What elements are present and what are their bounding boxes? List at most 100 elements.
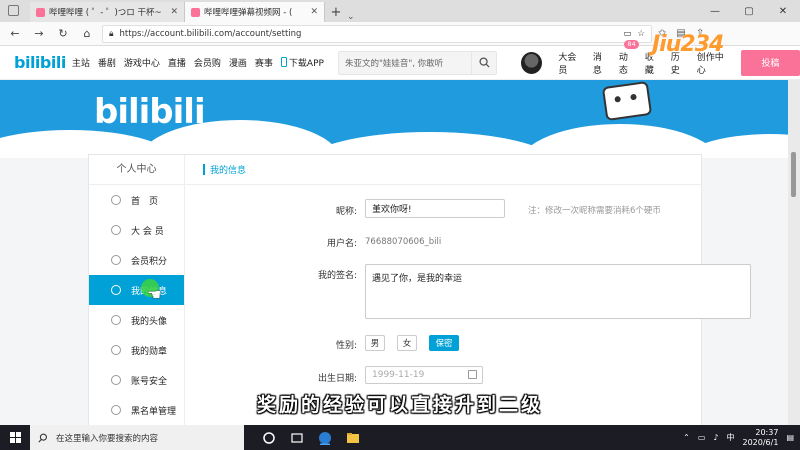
- page-scrollbar[interactable]: [788, 80, 800, 425]
- lock-icon: 🔒︎: [109, 28, 114, 39]
- search-icon: [479, 57, 490, 68]
- sidebar-item-label: 我的勋章: [131, 346, 168, 357]
- signature-textarea[interactable]: 遇见了你，是我的幸运: [365, 264, 751, 319]
- chevron-up-icon[interactable]: ⌃: [683, 433, 690, 442]
- taskbar-apps: [262, 431, 360, 445]
- vip-icon: [111, 225, 121, 235]
- sidebar-item-label: 首 页: [131, 196, 159, 207]
- settings-panel: 个人中心 首 页 大 会 员 会员积分 我的信息 我的头像 我的勋章 账号安全 …: [88, 154, 751, 426]
- clock[interactable]: 20:37 2020/6/1: [743, 428, 779, 448]
- nav-item-esports[interactable]: 赛事: [255, 56, 273, 69]
- dynamic-badge: 84: [624, 39, 639, 49]
- back-icon[interactable]: ←: [6, 25, 24, 43]
- bilibili-favicon-icon: [36, 7, 45, 17]
- search-button[interactable]: [472, 50, 498, 75]
- clock-time: 20:37: [755, 427, 779, 437]
- section-title: 我的信息: [185, 155, 702, 185]
- nav-item-shop[interactable]: 会员购: [194, 56, 221, 69]
- avatar-icon: [111, 315, 121, 325]
- nav-item-game-center[interactable]: 游戏中心: [124, 56, 160, 69]
- new-tab-button[interactable]: +: [325, 2, 347, 22]
- sidebar-title: 个人中心: [89, 155, 184, 185]
- tab-title: 哔哩哔哩 ( ゜- ゜)つロ 干杯~: [49, 8, 162, 18]
- tab-actions-icon[interactable]: [8, 5, 19, 16]
- task-view-icon[interactable]: [290, 431, 304, 445]
- nav-item-vip[interactable]: 大会员: [558, 50, 583, 76]
- nickname-hint: 注：修改一次昵称需要消耗6个硬币: [528, 206, 661, 216]
- sidebar-item-my-info[interactable]: 我的信息: [89, 275, 184, 305]
- sidebar-item-vip[interactable]: 大 会 员: [89, 215, 184, 245]
- close-icon[interactable]: ✕: [310, 7, 318, 17]
- sidebar-item-avatar[interactable]: 我的头像: [89, 305, 184, 335]
- bilibili-favicon-icon: [191, 7, 200, 17]
- browser-tab-strip: 哔哩哔哩 ( ゜- ゜)つロ 干杯~ ✕ 哔哩哔哩弹幕视频网 - ( ✕ + ⌄…: [0, 0, 800, 22]
- start-button[interactable]: [0, 432, 30, 443]
- username-label: 用户名:: [326, 239, 357, 249]
- gender-label: 性别:: [335, 341, 357, 351]
- refresh-icon[interactable]: ↻: [54, 25, 72, 43]
- bilibili-logo[interactable]: bilibili: [14, 53, 66, 72]
- profile-form: 我的信息 昵称: 堇欢你呀! 注：修改一次昵称需要消耗6个硬币 用户名: 766…: [185, 155, 751, 426]
- network-icon[interactable]: ▭: [698, 433, 706, 442]
- sidebar-item-label: 我的头像: [131, 316, 168, 327]
- watermark-logo: Jiu234: [652, 32, 724, 57]
- tv-mascot-icon: [601, 80, 653, 122]
- url-input[interactable]: 🔒︎ https://account.bilibili.com/account/…: [102, 24, 652, 43]
- sidebar-item-points[interactable]: 会员积分: [89, 245, 184, 275]
- scrollbar-thumb[interactable]: [791, 152, 796, 197]
- cortana-icon[interactable]: [262, 431, 276, 445]
- sidebar-item-label: 会员积分: [131, 256, 168, 267]
- edge-icon[interactable]: [318, 431, 332, 445]
- nav-item-bangumi[interactable]: 番剧: [98, 56, 116, 69]
- avatar[interactable]: [521, 51, 543, 74]
- gender-female-button[interactable]: 女: [397, 335, 417, 351]
- windows-taskbar: 在这里输入你要搜索的内容 ⌃ ▭ ♪ 中 20:37 2020/6/1 ▤: [0, 425, 800, 450]
- close-window-icon[interactable]: ✕: [766, 0, 800, 22]
- forward-icon[interactable]: →: [30, 25, 48, 43]
- sidebar-item-medals[interactable]: 我的勋章: [89, 335, 184, 365]
- nickname-input[interactable]: 堇欢你呀!: [365, 199, 505, 218]
- user-icon: [111, 285, 121, 295]
- video-caption: 奖励的经验可以直接升到二级: [256, 394, 543, 416]
- upload-button[interactable]: 投稿: [740, 49, 800, 76]
- url-text: https://account.bilibili.com/account/set…: [119, 28, 302, 39]
- home-icon: [111, 195, 121, 205]
- site-search-input[interactable]: 朱亚文的"娃娃音", 你敢听: [337, 50, 473, 75]
- notification-icon[interactable]: ▤: [786, 433, 794, 442]
- gender-secret-button[interactable]: 保密: [429, 335, 459, 351]
- ime-icon[interactable]: 中: [727, 432, 735, 443]
- close-icon[interactable]: ✕: [170, 7, 178, 17]
- gender-male-button[interactable]: 男: [365, 335, 385, 351]
- shield-icon: [111, 375, 121, 385]
- maximize-icon[interactable]: ▢: [732, 0, 766, 22]
- browser-tab[interactable]: 哔哩哔哩 ( ゜- ゜)つロ 干杯~ ✕: [30, 2, 185, 22]
- nickname-label: 昵称:: [335, 207, 357, 217]
- hand-cursor-icon: ☚: [147, 285, 162, 304]
- nav-item-messages[interactable]: 消息: [593, 50, 610, 76]
- sidebar: 个人中心 首 页 大 会 员 会员积分 我的信息 我的头像 我的勋章 账号安全 …: [89, 155, 185, 426]
- site-nav: 主站 番剧 游戏中心 直播 会员购 漫画 赛事 下载APP: [72, 56, 324, 69]
- volume-icon[interactable]: ♪: [713, 433, 718, 442]
- nav-item-dynamic[interactable]: 动态: [619, 50, 636, 76]
- reader-icon[interactable]: ▭: [623, 29, 631, 39]
- file-explorer-icon[interactable]: [346, 431, 360, 445]
- window-controls: — ▢ ✕: [698, 0, 800, 22]
- home-icon[interactable]: ⌂: [78, 25, 96, 43]
- calendar-icon[interactable]: [468, 370, 477, 379]
- nav-item-download-app[interactable]: 下载APP: [280, 56, 324, 69]
- nav-item-manga[interactable]: 漫画: [229, 56, 247, 69]
- birthday-input[interactable]: 1999-11-19: [365, 366, 483, 384]
- taskbar-search-placeholder: 在这里输入你要搜索的内容: [56, 433, 159, 444]
- sidebar-item-label: 大 会 员: [131, 226, 164, 237]
- nav-item-main[interactable]: 主站: [72, 56, 90, 69]
- sidebar-item-home[interactable]: 首 页: [89, 185, 184, 215]
- taskbar-search-input[interactable]: 在这里输入你要搜索的内容: [30, 425, 244, 450]
- medal-icon: [111, 345, 121, 355]
- browser-tab-active[interactable]: 哔哩哔哩弹幕视频网 - ( ✕: [185, 2, 325, 22]
- username-value: 76688070606_bili: [365, 237, 442, 247]
- chevron-down-icon[interactable]: ⌄: [347, 12, 363, 22]
- nav-item-live[interactable]: 直播: [168, 56, 186, 69]
- star-icon[interactable]: ☆: [637, 29, 645, 39]
- windows-logo-icon: [9, 432, 21, 443]
- minimize-icon[interactable]: —: [698, 0, 732, 22]
